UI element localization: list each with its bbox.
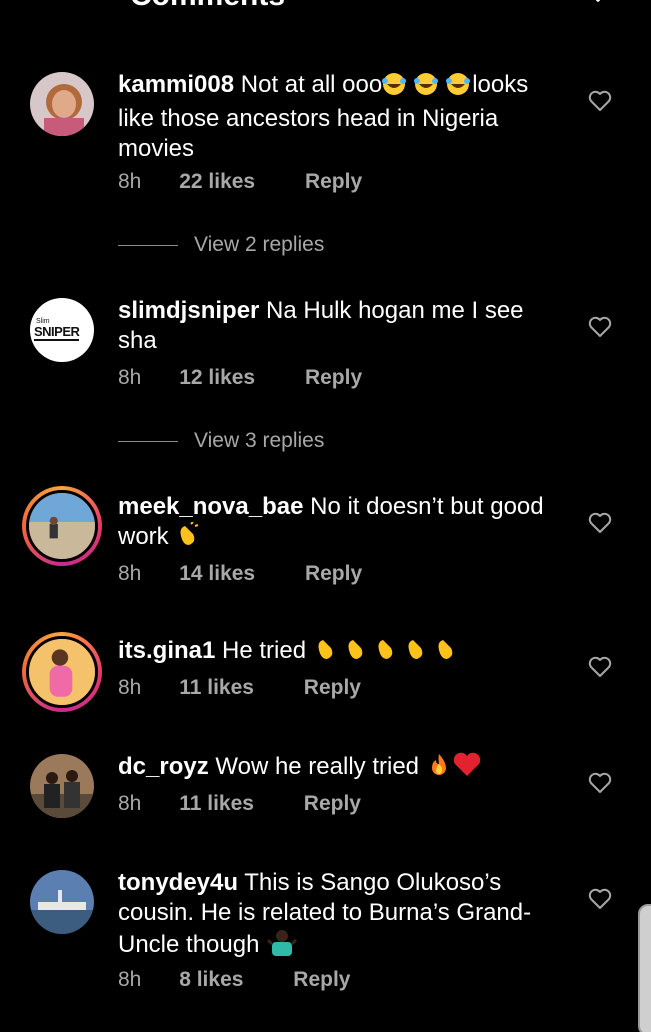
- comment-meta: 8h 8 likes Reply: [118, 968, 350, 992]
- comment-time: 8h: [118, 170, 142, 193]
- reply-button[interactable]: Reply: [305, 366, 362, 390]
- scroll-handle[interactable]: [638, 904, 651, 1032]
- sniper-logo-text: SNIPER: [34, 324, 80, 341]
- avatar-photo: [30, 754, 94, 818]
- like-heart-icon[interactable]: [588, 512, 612, 534]
- like-heart-icon[interactable]: [588, 90, 612, 112]
- like-heart-icon[interactable]: [588, 316, 612, 338]
- view-replies-label: View 2 replies: [194, 233, 325, 256]
- likes-count[interactable]: 12 likes: [179, 366, 255, 390]
- person-shrugging-emoji-icon: [266, 928, 298, 964]
- divider: [118, 440, 178, 442]
- reply-button[interactable]: Reply: [305, 562, 362, 586]
- comment-meta: 8h 12 likes Reply: [118, 366, 362, 390]
- reply-button[interactable]: Reply: [293, 968, 350, 992]
- comment-time: 8h: [118, 676, 142, 699]
- comment-meta: 8h 22 likes Reply: [118, 170, 362, 194]
- comment-text: tonydey4u This is Sango Olukoso’s cousin…: [118, 868, 568, 964]
- avatar-story-ring[interactable]: [22, 486, 102, 566]
- comment-username[interactable]: slimdjsniper: [118, 297, 259, 324]
- send-icon[interactable]: [583, 0, 613, 16]
- comment-time: 8h: [118, 968, 142, 991]
- avatar[interactable]: [30, 754, 94, 818]
- reply-button[interactable]: Reply: [304, 676, 361, 700]
- avatar: [26, 490, 98, 562]
- comment-meta: 8h 11 likes Reply: [118, 676, 361, 700]
- comment-text: dc_royz Wow he really tried: [118, 752, 568, 786]
- likes-count[interactable]: 14 likes: [179, 562, 255, 586]
- header: Comments: [0, 0, 651, 20]
- divider: [118, 244, 178, 246]
- reply-button[interactable]: Reply: [304, 792, 361, 816]
- avatar[interactable]: Slim SNIPER: [30, 298, 94, 362]
- clapping-hands-emoji-icon: [313, 636, 459, 670]
- avatar-photo: [30, 72, 94, 136]
- comment-time: 8h: [118, 792, 142, 815]
- fire-emoji-icon: [426, 752, 452, 786]
- comment-text: kammi008 Not at all ooo looks like those …: [118, 70, 568, 164]
- page-title: Comments: [130, 0, 285, 14]
- reply-button[interactable]: Reply: [305, 170, 362, 194]
- comment-time: 8h: [118, 366, 142, 389]
- sniper-logo: Slim SNIPER: [30, 298, 94, 362]
- likes-count[interactable]: 11 likes: [179, 676, 254, 700]
- comment-body: Not at all ooo: [240, 71, 383, 98]
- avatar-photo: [29, 493, 95, 559]
- comment-body: Wow he really tried: [215, 753, 420, 780]
- avatar[interactable]: [30, 72, 94, 136]
- comment-meta: 8h 14 likes Reply: [118, 562, 362, 586]
- red-heart-emoji-icon: [452, 752, 482, 786]
- like-heart-icon[interactable]: [588, 772, 612, 794]
- view-replies-button[interactable]: View 2 replies: [118, 230, 324, 260]
- clapping-hands-emoji-icon: [175, 521, 201, 556]
- back-arrow-icon[interactable]: [28, 0, 78, 14]
- comment-username[interactable]: kammi008: [118, 71, 234, 98]
- like-heart-icon[interactable]: [588, 656, 612, 678]
- avatar: [26, 636, 98, 708]
- comment-time: 8h: [118, 562, 142, 585]
- avatar[interactable]: [30, 870, 94, 934]
- comment-text: its.gina1 He tried: [118, 636, 568, 670]
- comment-meta: 8h 11 likes Reply: [118, 792, 361, 816]
- comment-username[interactable]: tonydey4u: [118, 869, 238, 896]
- comment-username[interactable]: dc_royz: [118, 753, 209, 780]
- comment-username[interactable]: meek_nova_bae: [118, 493, 303, 520]
- avatar-photo: [30, 870, 94, 934]
- comment-body: He tried: [222, 637, 307, 664]
- likes-count[interactable]: 11 likes: [179, 792, 254, 816]
- comment-text: slimdjsniper Na Hulk hogan me I see sha: [118, 296, 568, 356]
- likes-count[interactable]: 22 likes: [179, 170, 255, 194]
- view-replies-button[interactable]: View 3 replies: [118, 426, 324, 456]
- laughing-emoji-icon: [382, 72, 472, 104]
- avatar-photo: [29, 639, 95, 705]
- avatar-story-ring[interactable]: [22, 632, 102, 712]
- comment-text: meek_nova_bae No it doesn’t but good wor…: [118, 492, 568, 556]
- comment-username[interactable]: its.gina1: [118, 637, 215, 664]
- like-heart-icon[interactable]: [588, 888, 612, 910]
- likes-count[interactable]: 8 likes: [179, 968, 243, 992]
- view-replies-label: View 3 replies: [194, 429, 325, 452]
